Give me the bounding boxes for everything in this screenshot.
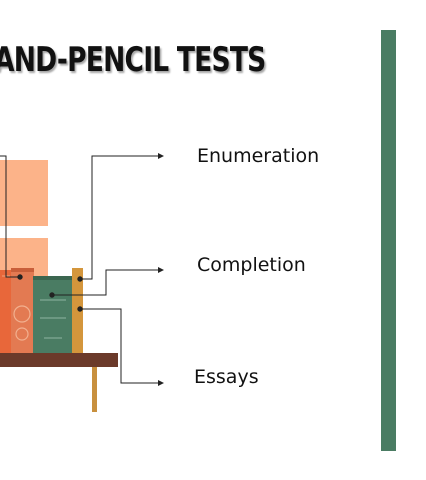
- shelf-leg: [92, 366, 97, 412]
- connector-enumeration: [77, 153, 164, 282]
- bookshelf-illustration: [0, 153, 164, 412]
- shelf-board: [0, 353, 118, 367]
- label-essays: Essays: [194, 366, 259, 388]
- book-salmon: [11, 268, 34, 354]
- book-green: [33, 276, 73, 354]
- book-orange: [0, 270, 12, 354]
- side-accent-bar: [381, 30, 396, 451]
- peach-panel-top: [0, 160, 48, 226]
- slide: AND-PENCIL TESTS Enumeration Completion …: [0, 0, 426, 480]
- connector-essays: [77, 306, 164, 386]
- label-enumeration: Enumeration: [197, 145, 320, 167]
- label-completion: Completion: [197, 254, 306, 276]
